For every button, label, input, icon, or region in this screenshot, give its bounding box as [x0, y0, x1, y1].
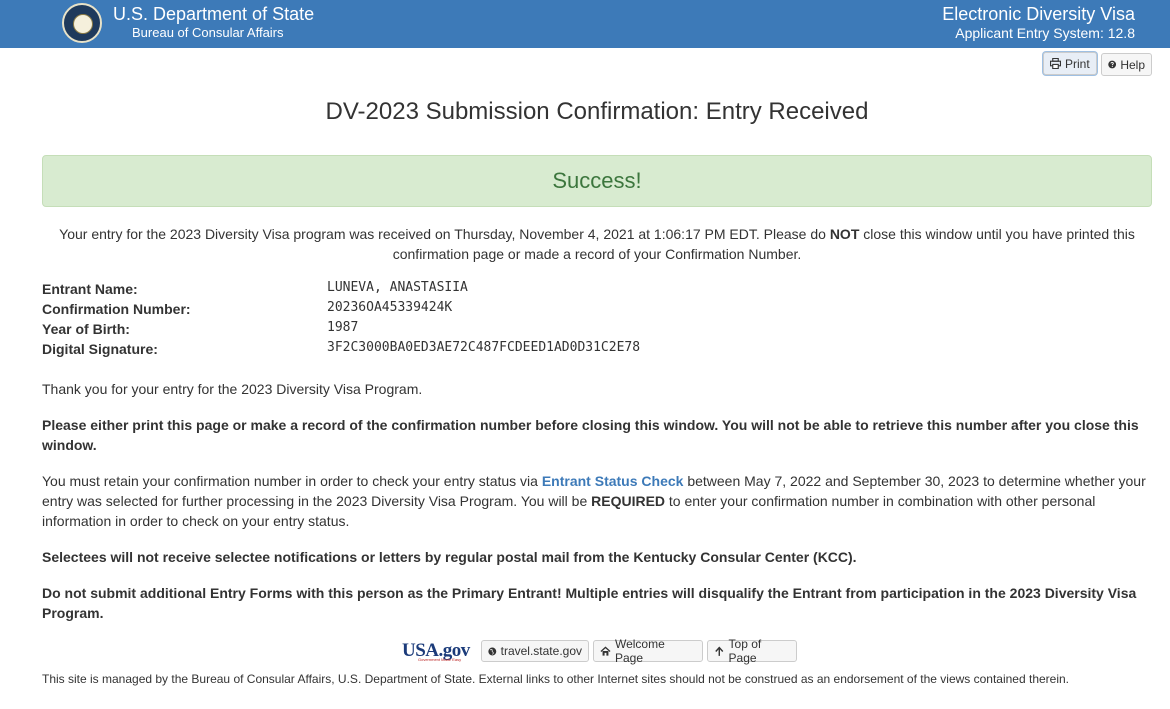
retain-paragraph: You must retain your confirmation number…	[42, 471, 1152, 531]
print-label: Print	[1065, 56, 1090, 71]
welcome-page-button[interactable]: Welcome Page	[593, 637, 703, 665]
confirmation-number-label: Confirmation Number:	[42, 301, 191, 317]
success-alert: Success!	[42, 155, 1152, 207]
digital-signature-label: Digital Signature:	[42, 341, 158, 357]
header-bar: U.S. Department of State Bureau of Consu…	[0, 0, 1170, 48]
system-subtitle: Applicant Entry System: 12.8	[955, 25, 1135, 41]
digital-signature-value: 3F2C3000BA0ED3AE72C487FCDEED1AD0D31C2E78	[327, 340, 641, 355]
seal-icon	[62, 3, 102, 43]
entrant-name-value: LUNEVA, ANASTASIIA	[327, 280, 468, 295]
received-emphasis: NOT	[829, 226, 860, 242]
thanks-paragraph: Thank you for your entry for the 2023 Di…	[42, 381, 423, 397]
help-button[interactable]: Help	[1101, 53, 1152, 76]
globe-icon	[488, 647, 497, 655]
bureau-name: Bureau of Consular Affairs	[132, 25, 284, 40]
print-warning-paragraph: Please either print this page or make a …	[42, 417, 1139, 453]
department-name: U.S. Department of State	[113, 4, 315, 24]
received-notice: Your entry for the 2023 Diversity Visa p…	[55, 224, 1139, 264]
print-icon	[1050, 58, 1061, 69]
confirmation-number-value: 20236OA45339424K	[327, 300, 453, 315]
travel-state-gov-label: travel.state.gov	[500, 644, 582, 658]
year-of-birth-value: 1987	[327, 320, 359, 335]
usagov-logo[interactable]: USA.gov Government Made Easy	[398, 640, 472, 662]
managed-by-notice: This site is managed by the Bureau of Co…	[42, 672, 1070, 686]
usagov-tagline: Government Made Easy	[418, 657, 462, 662]
no-additional-paragraph: Do not submit additional Entry Forms wit…	[42, 585, 1137, 621]
retain-text: You must retain your confirmation number…	[42, 473, 542, 489]
received-text: Your entry for the 2023 Diversity Visa p…	[59, 226, 830, 242]
system-title: Electronic Diversity Visa	[942, 4, 1135, 24]
arrow-up-icon	[715, 645, 724, 656]
selectees-paragraph: Selectees will not receive selectee noti…	[42, 549, 857, 565]
print-button[interactable]: Print	[1043, 52, 1097, 75]
travel-state-gov-button[interactable]: travel.state.gov	[481, 640, 589, 662]
entrant-name-label: Entrant Name:	[42, 281, 138, 297]
entrant-status-check-link[interactable]: Entrant Status Check	[542, 473, 684, 489]
help-label: Help	[1120, 57, 1145, 72]
top-of-page-button[interactable]: Top of Page	[707, 637, 797, 665]
help-icon	[1108, 60, 1117, 69]
welcome-page-label: Welcome Page	[614, 637, 665, 665]
required-emphasis: REQUIRED	[591, 493, 666, 509]
year-of-birth-label: Year of Birth:	[42, 321, 130, 337]
page-title: DV-2023 Submission Confirmation: Entry R…	[325, 98, 869, 125]
top-of-page-label: Top of Page	[728, 637, 762, 665]
home-icon	[600, 646, 611, 656]
